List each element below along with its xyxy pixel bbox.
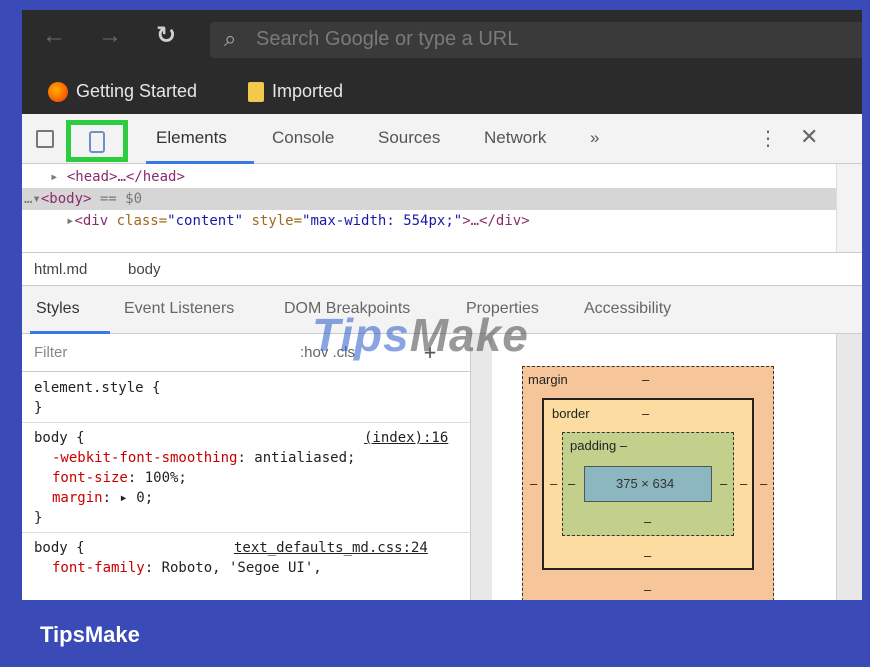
css-property[interactable]: font-family: Roboto, 'Segoe UI', [52, 558, 322, 578]
browser-toolbar: ← → ↻ ⌕ Search Google or type a URL [22, 10, 862, 70]
margin-top-value: – [642, 372, 650, 387]
dom-div-open: <div [74, 213, 117, 229]
omnibox-placeholder: Search Google or type a URL [256, 28, 519, 50]
margin-left-value: – [530, 476, 538, 491]
dom-div-class: "content" [167, 213, 244, 229]
bookmarks-bar: Getting Started Imported [22, 70, 862, 114]
dom-div-close: >…</div> [462, 213, 530, 229]
reload-icon[interactable]: ↻ [156, 24, 176, 48]
search-icon: ⌕ [224, 26, 237, 51]
tab-console[interactable]: Console [272, 128, 334, 148]
more-options-icon[interactable]: ⋮ [758, 126, 778, 151]
subtab-styles[interactable]: Styles [36, 300, 80, 318]
firefox-icon [48, 82, 68, 103]
styles-scrollbar[interactable] [470, 334, 492, 600]
breadcrumb-body[interactable]: body [128, 261, 161, 278]
css-selector: body { [34, 430, 85, 446]
css-close: } [34, 400, 43, 416]
close-devtools-icon[interactable]: ✕ [800, 124, 818, 150]
tab-sources[interactable]: Sources [378, 128, 440, 148]
css-selector: body { [34, 540, 85, 556]
css-prop-value: : 100%; [127, 470, 187, 486]
device-mode-icon [89, 131, 105, 153]
footer-brand: TipsMake [40, 622, 140, 647]
css-close: } [34, 510, 43, 526]
device-toolbar-toggle[interactable] [66, 120, 128, 162]
padding-label: padding – [570, 438, 628, 453]
dom-head-text: <head>…</head> [66, 169, 185, 185]
omnibox[interactable]: ⌕ Search Google or type a URL [210, 22, 862, 58]
tab-elements[interactable]: Elements [156, 128, 227, 148]
dom-div-attr: class= [116, 213, 168, 229]
bookmark-label: Imported [272, 81, 344, 101]
screenshot: ← → ↻ ⌕ Search Google or type a URL Gett… [22, 10, 862, 600]
border-right-value: – [740, 476, 748, 491]
border-label: border [552, 406, 590, 421]
bookmark-imported[interactable]: Imported [248, 81, 344, 103]
border-bottom-value: – [644, 548, 652, 563]
css-prop-value: : antialiased; [237, 450, 356, 466]
css-prop-name: font-size [52, 470, 128, 486]
watermark-part1: Tips [312, 309, 410, 361]
css-selector: element.style { [34, 380, 161, 396]
dom-div-style: "max-width: 554px;" [302, 213, 463, 229]
back-icon[interactable]: ← [42, 24, 66, 48]
devtools-tabbar: Elements Console Sources Network » ⋮ ✕ [22, 114, 862, 164]
css-source-link[interactable]: text_defaults_md.css:24 [234, 538, 428, 558]
filter-input[interactable]: Filter [34, 344, 67, 361]
css-prop-value: : Roboto, 'Segoe UI', [144, 560, 322, 576]
css-source-link[interactable]: (index):16 [364, 428, 448, 448]
css-prop-name: -webkit-font-smoothing [52, 450, 238, 466]
subtab-event-listeners[interactable]: Event Listeners [124, 300, 234, 318]
watermark-part2: Make [409, 309, 529, 361]
divider [22, 532, 470, 533]
inspect-element-icon[interactable] [36, 130, 54, 148]
bookmark-label: Getting Started [76, 81, 198, 101]
watermark-logo: TipsMake [312, 308, 529, 362]
css-property[interactable]: -webkit-font-smoothing: antialiased; [52, 448, 355, 468]
css-property[interactable]: font-size: 100%; [52, 468, 187, 488]
dom-scrollbar[interactable] [836, 164, 862, 252]
css-prop-name: font-family [52, 560, 145, 576]
padding-bottom-value: – [644, 514, 652, 529]
subtab-accessibility[interactable]: Accessibility [584, 300, 671, 318]
padding-left-value: – [568, 476, 576, 491]
css-prop-name: margin [52, 490, 103, 506]
folder-icon [248, 82, 264, 103]
dom-div-attr2: style= [243, 213, 303, 229]
bookmark-getting-started[interactable]: Getting Started [48, 81, 198, 103]
content-size: 375 × 634 [616, 476, 675, 491]
breadcrumb-html[interactable]: html.md [34, 261, 87, 278]
border-left-value: – [550, 476, 558, 491]
styles-pane: Filter :hov .cls + element.style { } bod… [22, 334, 470, 600]
css-property[interactable]: margin: ▸ 0; [52, 488, 153, 508]
margin-right-value: – [760, 476, 768, 491]
padding-right-value: – [720, 476, 728, 491]
divider [22, 422, 470, 423]
border-top-value: – [642, 406, 650, 421]
box-model-scrollbar[interactable] [836, 334, 862, 600]
margin-bottom-value: – [644, 582, 652, 597]
dom-body-ref: == $0 [91, 191, 143, 207]
breadcrumb: html.md body [22, 252, 862, 286]
forward-icon[interactable]: → [98, 24, 122, 48]
tabs-overflow-button[interactable]: » [590, 128, 599, 148]
tab-network[interactable]: Network [484, 128, 546, 148]
dom-node-body[interactable]: …▾<body> == $0 [22, 188, 836, 210]
margin-label: margin [528, 372, 568, 387]
frame: ← → ↻ ⌕ Search Google or type a URL Gett… [0, 0, 870, 667]
box-model-pane: margin – border – padding – 375 × 634 – … [492, 334, 836, 600]
dom-node-div[interactable]: ▸<div class="content" style="max-width: … [22, 210, 836, 232]
css-prop-value: : ▸ 0; [102, 490, 154, 506]
dom-node-head[interactable]: ▸ <head>…</head> [22, 166, 836, 188]
dom-body-tag: <body> [40, 191, 92, 207]
dom-tree: ▸ <head>…</head> …▾<body> == $0 ▸<div cl… [22, 164, 836, 252]
